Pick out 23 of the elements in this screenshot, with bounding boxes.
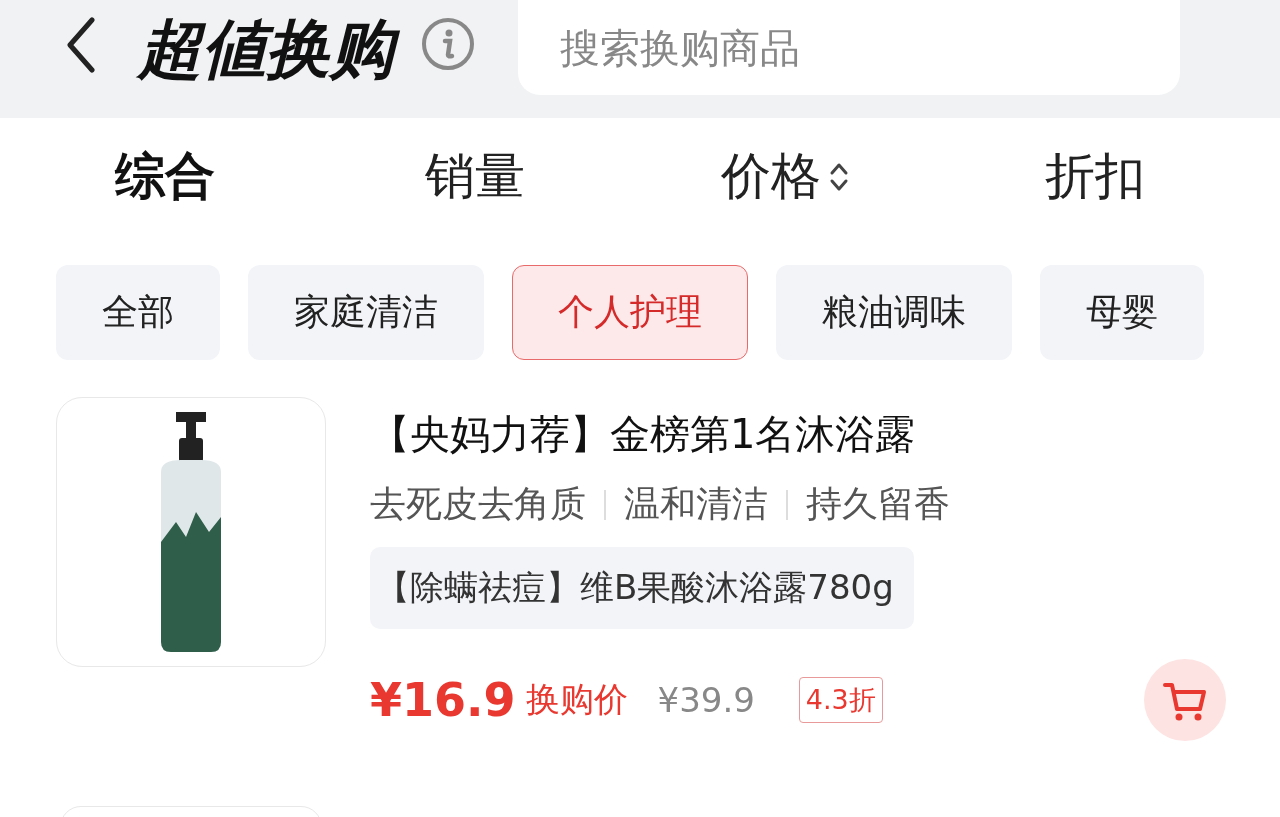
category-chip[interactable]: 全部 bbox=[56, 265, 220, 360]
sort-tab[interactable]: 折扣 bbox=[1045, 143, 1145, 210]
product-image[interactable] bbox=[56, 397, 326, 667]
product-title[interactable]: 【央妈力荐】金榜第1名沐浴露 bbox=[370, 407, 1280, 462]
price-label: 换购价 bbox=[525, 678, 628, 721]
search-field[interactable]: 搜索换购商品 bbox=[518, 0, 1180, 95]
feature-tag: 去死皮去角质 bbox=[370, 480, 586, 529]
original-price: ¥39.9 bbox=[657, 680, 755, 720]
sort-tab[interactable]: 综合 bbox=[115, 143, 215, 210]
exchange-price: ¥16.9 bbox=[370, 673, 516, 727]
category-chip[interactable]: 粮油调味 bbox=[776, 265, 1012, 360]
category-chip[interactable]: 母婴 bbox=[1040, 265, 1204, 360]
sort-tab[interactable]: 销量 bbox=[425, 143, 525, 210]
info-icon[interactable] bbox=[420, 16, 476, 72]
feature-tag: 温和清洁 bbox=[624, 480, 768, 529]
page-title: 超値换购 bbox=[134, 6, 406, 92]
back-icon[interactable] bbox=[66, 17, 96, 73]
discount-badge: 4.3折 bbox=[798, 677, 883, 723]
feature-tag: 持久留香 bbox=[806, 480, 950, 529]
sort-tab[interactable]: 价格 bbox=[721, 143, 849, 210]
category-chip[interactable]: 家庭清洁 bbox=[248, 265, 484, 360]
category-chip[interactable]: 个人护理 bbox=[512, 265, 748, 360]
product-subtitle: 【除螨祛痘】维B果酸沐浴露780g bbox=[370, 547, 914, 629]
